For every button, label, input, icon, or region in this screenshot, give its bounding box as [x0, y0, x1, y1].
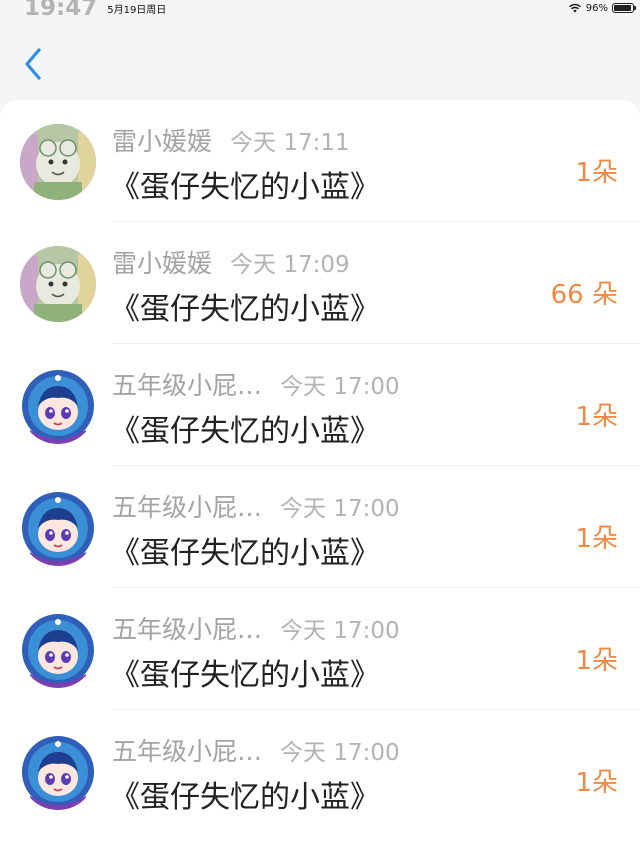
status-bar: 19:47 5月19日周日 96% — [0, 0, 640, 21]
gift-list: 雷小媛媛 今天 17:11 《蛋仔失忆的小蓝》 1朵 雷小媛媛 今天 17:09 《蛋仔失… — [0, 100, 640, 853]
sender-name[interactable]: 五年级小屁… — [112, 610, 262, 646]
flower-count: 66 朵 — [550, 280, 618, 310]
flower-count: 1朵 — [575, 524, 618, 554]
nav-bar — [0, 16, 640, 98]
flower-count: 1朵 — [575, 768, 618, 798]
sent-time: 今天 17:11 — [230, 130, 350, 156]
sender-name[interactable]: 雷小媛媛 — [112, 244, 212, 280]
item-meta: 五年级小屁… 今天 17:00 — [112, 488, 400, 522]
sender-name[interactable]: 五年级小屁… — [112, 732, 262, 768]
avatar[interactable] — [20, 612, 96, 688]
avatar[interactable] — [20, 734, 96, 810]
status-date: 5月19日周日 — [107, 4, 167, 16]
work-title[interactable]: 《蛋仔失忆的小蓝》 — [110, 406, 380, 450]
sent-time: 今天 17:00 — [280, 618, 400, 644]
list-item[interactable]: 五年级小屁… 今天 17:00 《蛋仔失忆的小蓝》 1朵 — [0, 466, 640, 588]
flower-count: 1朵 — [575, 158, 618, 188]
flower-count: 1朵 — [575, 402, 618, 432]
battery-percent: 96% — [585, 2, 608, 14]
battery-fill — [614, 5, 632, 11]
avatar[interactable] — [20, 124, 96, 200]
item-meta: 雷小媛媛 今天 17:11 — [112, 122, 350, 156]
chevron-left-icon — [25, 48, 41, 80]
flower-count: 1朵 — [575, 646, 618, 676]
sender-name[interactable]: 五年级小屁… — [112, 488, 262, 524]
work-title[interactable]: 《蛋仔失忆的小蓝》 — [110, 650, 380, 694]
sent-time: 今天 17:00 — [280, 374, 400, 400]
avatar[interactable] — [20, 246, 96, 322]
avatar[interactable] — [20, 490, 96, 566]
sent-time: 今天 17:00 — [280, 740, 400, 766]
list-item[interactable]: 雷小媛媛 今天 17:09 《蛋仔失忆的小蓝》 66 朵 — [0, 222, 640, 344]
wifi-icon — [568, 3, 581, 13]
work-title[interactable]: 《蛋仔失忆的小蓝》 — [110, 772, 380, 816]
list-item[interactable]: 五年级小屁… 今天 17:00 《蛋仔失忆的小蓝》 1朵 — [0, 710, 640, 832]
work-title[interactable]: 《蛋仔失忆的小蓝》 — [110, 284, 380, 328]
item-meta: 五年级小屁… 今天 17:00 — [112, 732, 400, 766]
back-button[interactable] — [18, 44, 48, 84]
item-meta: 五年级小屁… 今天 17:00 — [112, 610, 400, 644]
sender-name[interactable]: 雷小媛媛 — [112, 122, 212, 158]
status-right: 96% — [568, 2, 636, 14]
item-meta: 雷小媛媛 今天 17:09 — [112, 244, 350, 278]
item-meta: 五年级小屁… 今天 17:00 — [112, 366, 400, 400]
work-title[interactable]: 《蛋仔失忆的小蓝》 — [110, 162, 380, 206]
battery-icon — [612, 3, 636, 13]
list-item[interactable]: 五年级小屁… 今天 17:00 《蛋仔失忆的小蓝》 1朵 — [0, 588, 640, 710]
sent-time: 今天 17:09 — [230, 252, 350, 278]
list-item[interactable]: 五年级小屁… 今天 17:00 《蛋仔失忆的小蓝》 1朵 — [0, 344, 640, 466]
sent-time: 今天 17:00 — [280, 496, 400, 522]
avatar[interactable] — [20, 368, 96, 444]
work-title[interactable]: 《蛋仔失忆的小蓝》 — [110, 528, 380, 572]
sender-name[interactable]: 五年级小屁… — [112, 366, 262, 402]
list-item[interactable]: 雷小媛媛 今天 17:11 《蛋仔失忆的小蓝》 1朵 — [0, 100, 640, 222]
